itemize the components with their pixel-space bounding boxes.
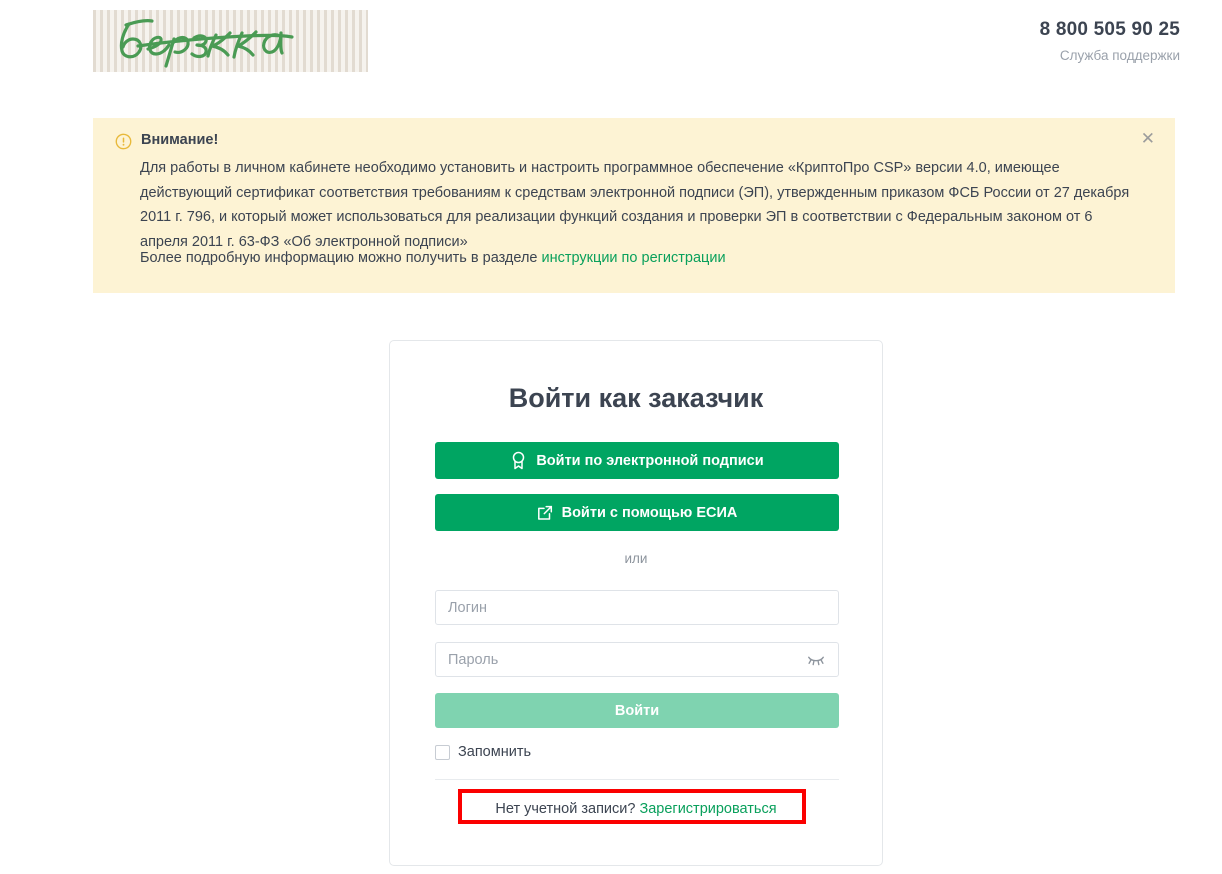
page-header: 8 800 505 90 25 Служба поддержки <box>0 0 1222 100</box>
login-with-esignature-button[interactable]: Войти по электронной подписи <box>435 442 839 479</box>
registration-instructions-link[interactable]: инструкции по регистрации <box>542 250 726 266</box>
support-contact: 8 800 505 90 25 Служба поддержки <box>1040 18 1180 66</box>
alert-more-prefix: Более подробную информацию можно получит… <box>140 250 542 266</box>
warning-circle-icon <box>115 133 132 150</box>
alert-more-info: Более подробную информацию можно получит… <box>140 246 726 271</box>
alert-body-text: Для работы в личном кабинете необходимо … <box>140 160 1130 250</box>
remember-me-label: Запомнить <box>458 744 532 760</box>
support-phone[interactable]: 8 800 505 90 25 <box>1040 18 1180 42</box>
register-link[interactable]: Зарегистрироваться <box>639 801 776 817</box>
login-input[interactable] <box>435 590 839 625</box>
login-with-esia-button[interactable]: Войти с помощью ЕСИА <box>435 494 839 531</box>
certificate-seal-icon <box>513 451 525 470</box>
eye-off-icon[interactable] <box>806 651 826 669</box>
logo-script-svg <box>119 19 294 68</box>
or-separator-label: или <box>624 551 648 566</box>
register-row: Нет учетной записи? Зарегистрироваться <box>390 801 882 817</box>
page-title: Войти как заказчик <box>508 383 764 413</box>
support-label: Служба поддержки <box>1059 48 1180 63</box>
logo-script-wordmark <box>96 11 366 71</box>
remember-me-checkbox[interactable] <box>435 744 450 760</box>
external-link-icon <box>537 505 552 520</box>
alert-title: Внимание! <box>141 132 219 148</box>
password-input[interactable] <box>435 642 839 677</box>
close-icon[interactable]: ✕ <box>1141 130 1155 147</box>
register-question: Нет учетной записи? <box>495 801 636 817</box>
card-divider <box>435 779 839 780</box>
berezka-logo[interactable] <box>93 10 368 72</box>
login-with-esignature-label: Войти по электронной подписи <box>536 452 764 469</box>
login-card: Войти как заказчик Войти по электронной … <box>389 340 883 866</box>
remember-me-row[interactable]: Запомнить <box>435 744 531 760</box>
login-with-esia-label: Войти с помощью ЕСИА <box>561 504 738 521</box>
submit-login-button[interactable]: Войти <box>435 693 839 728</box>
